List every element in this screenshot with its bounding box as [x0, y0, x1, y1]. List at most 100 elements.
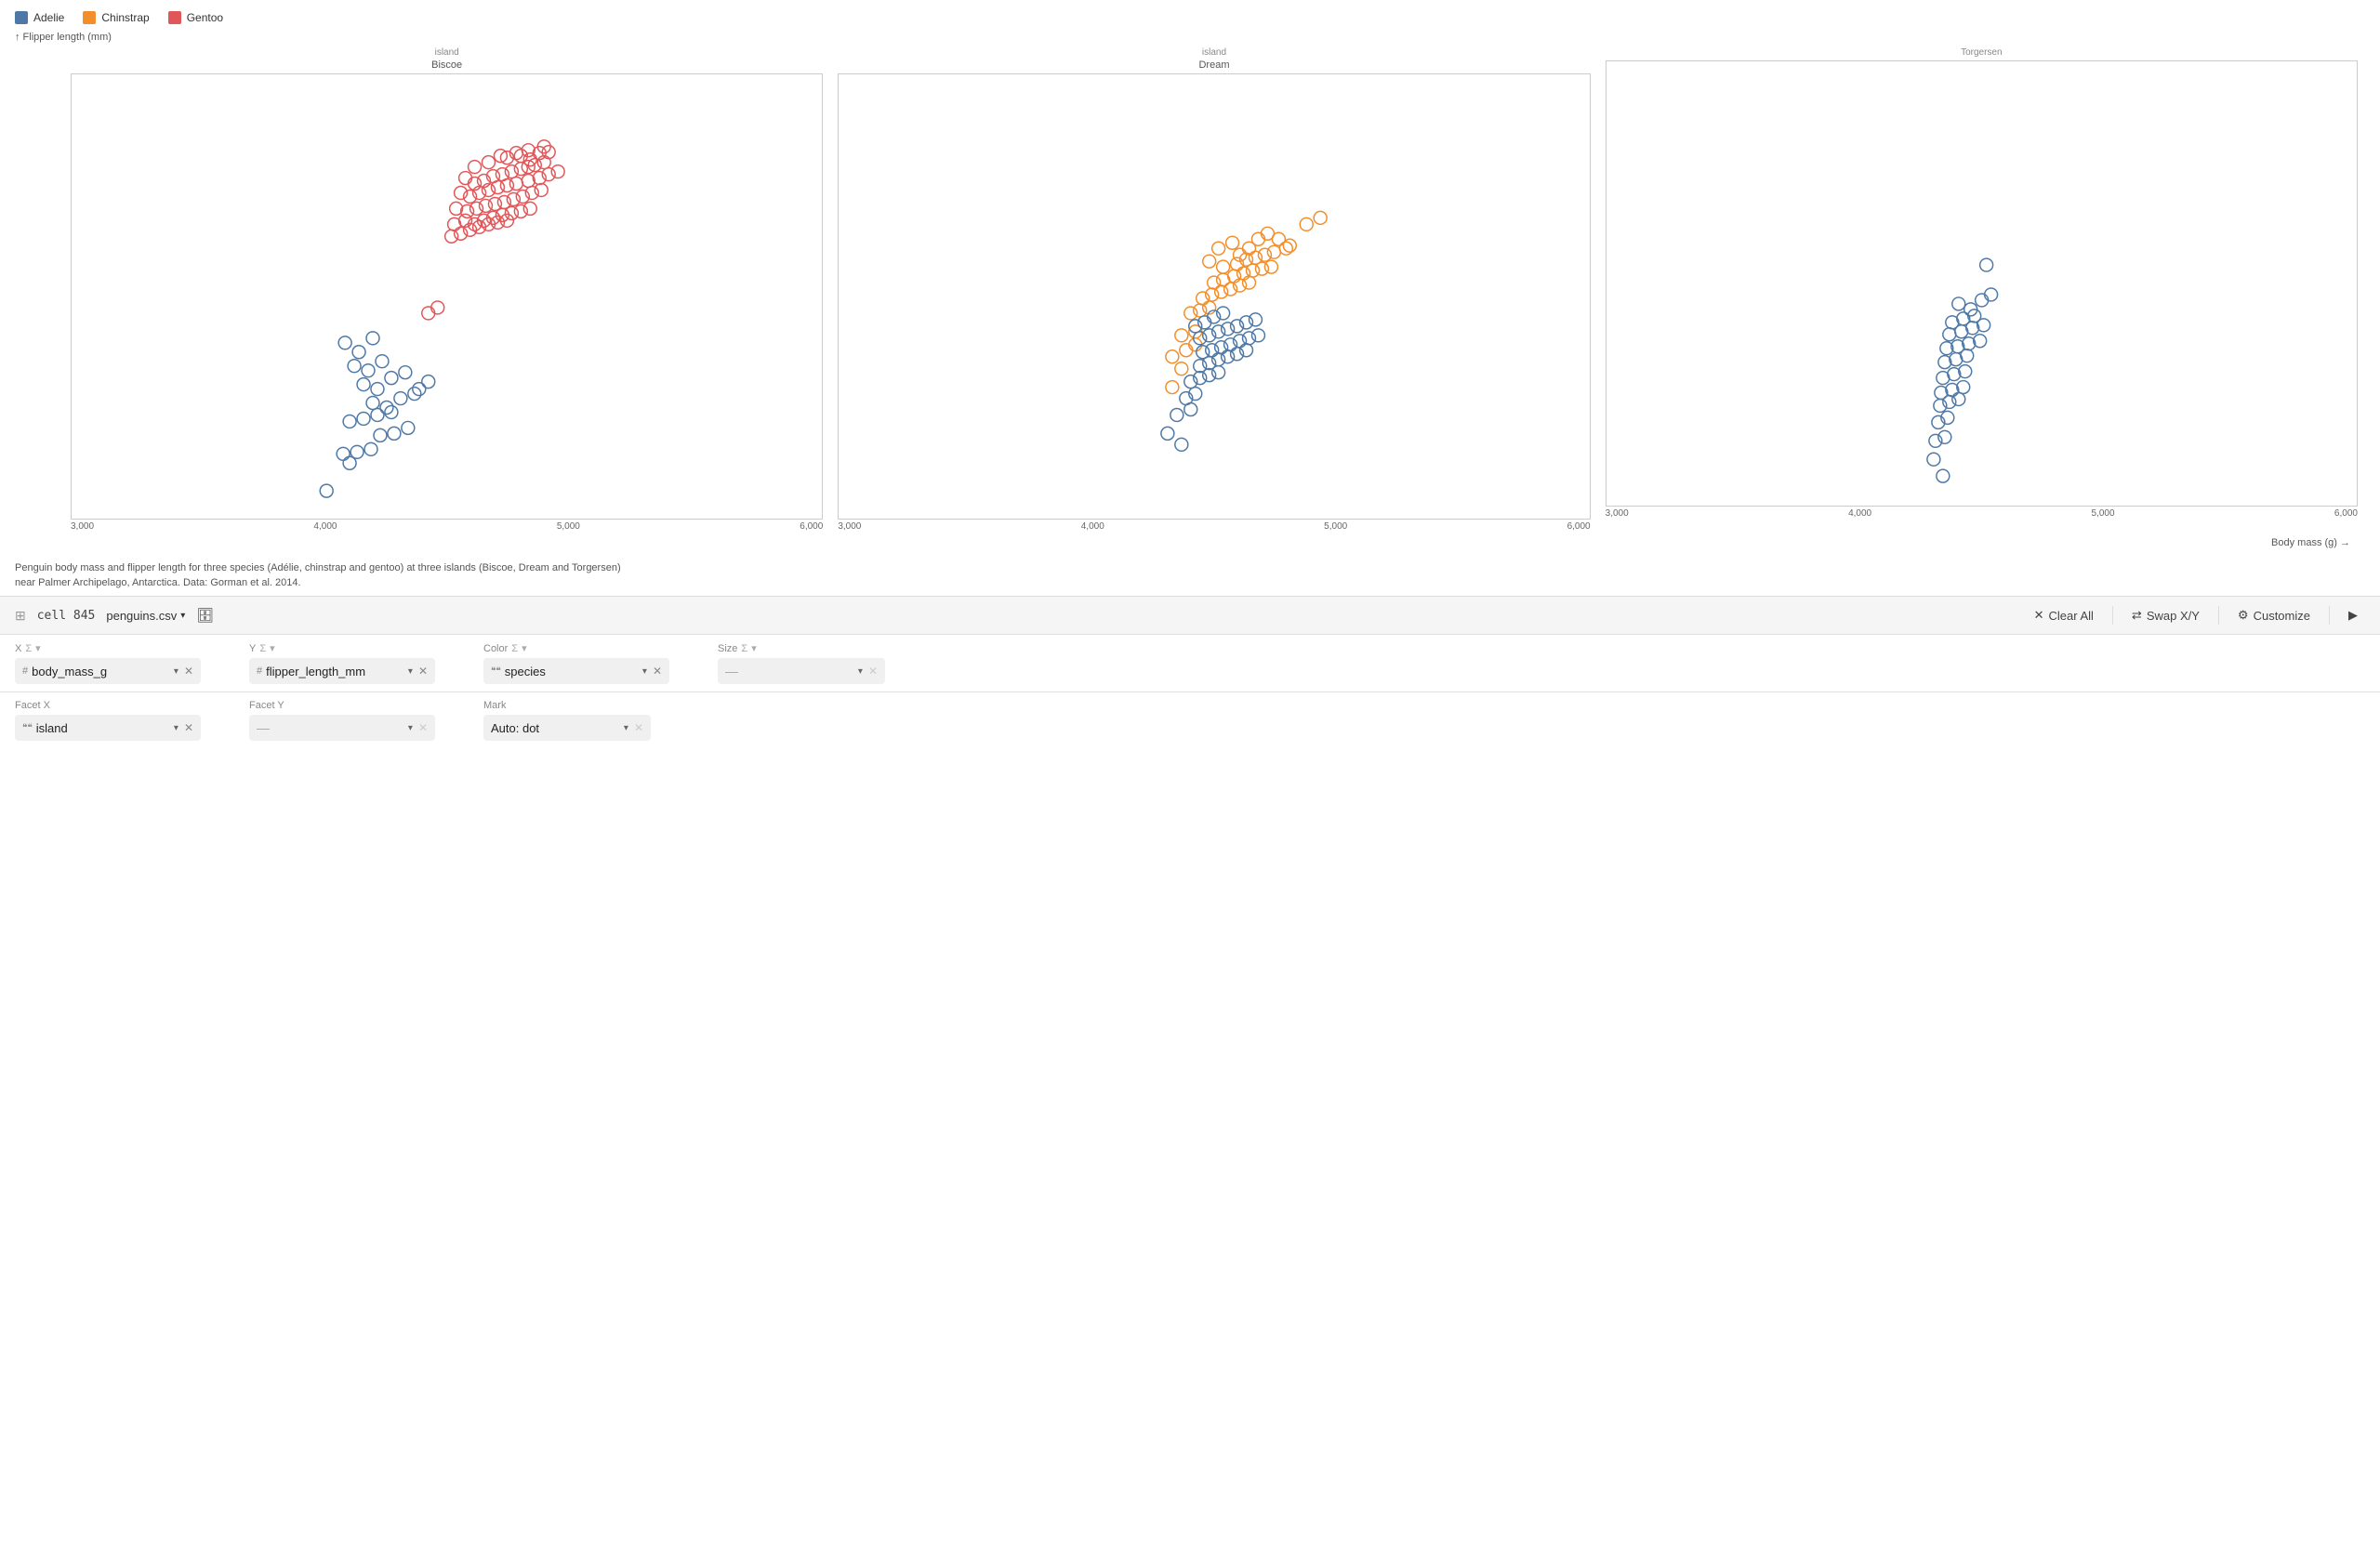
- y-field-input[interactable]: # flipper_length_mm ▾ ✕: [249, 658, 435, 684]
- y-label-text: Y: [249, 643, 256, 654]
- facet-x-label-text: Facet X: [15, 700, 50, 711]
- plot-container-biscoe: 3,000 4,000 5,000 6,000: [71, 73, 823, 532]
- y-sigma-icon: Σ: [259, 643, 266, 654]
- facet-label-top-torgersen: Torgersen: [1598, 46, 2365, 59]
- x-tick: 5,000: [557, 521, 580, 532]
- plot-container-torgersen: 3,000 4,000 5,000 6,000: [1606, 60, 2358, 520]
- y-sort-icon: ▾: [270, 642, 275, 654]
- x-tick: 4,000: [1081, 521, 1104, 532]
- color-field-type-icon: ❝❝: [491, 666, 501, 677]
- x-field-caret[interactable]: ▾: [174, 666, 178, 677]
- facet-x-field-name: island: [36, 721, 170, 735]
- config-row-1: X Σ ▾ # body_mass_g ▾ ✕ Y Σ ▾ # flipper_…: [0, 634, 2380, 691]
- x-sigma-icon: Σ: [25, 643, 32, 654]
- color-field-input[interactable]: ❝❝ species ▾ ✕: [483, 658, 669, 684]
- facet-panel-biscoe: island Biscoe: [63, 46, 830, 533]
- size-sigma-icon: Σ: [741, 643, 747, 654]
- x-tick: 6,000: [1567, 521, 1591, 532]
- adelie-color-swatch: [15, 11, 28, 24]
- y-axis-label: ↑ Flipper length (mm): [15, 32, 2365, 43]
- datasource-selector[interactable]: penguins.csv ▾: [106, 609, 185, 623]
- legend-item-gentoo: Gentoo: [168, 11, 223, 24]
- x-tick: 5,000: [1324, 521, 1347, 532]
- size-field-label: Size Σ ▾: [718, 642, 885, 654]
- cell-icon: ⊞: [15, 608, 26, 624]
- x-field-group: X Σ ▾ # body_mass_g ▾ ✕: [15, 642, 201, 684]
- facet-x-caret[interactable]: ▾: [174, 723, 178, 733]
- x-tick: 6,000: [800, 521, 823, 532]
- x-sort-icon: ▾: [35, 642, 41, 654]
- x-tick: 4,000: [313, 521, 337, 532]
- size-label-text: Size: [718, 643, 737, 654]
- x-tick: 5,000: [2092, 508, 2115, 519]
- facet-y-caret[interactable]: ▾: [408, 723, 413, 733]
- x-tick: 3,000: [1606, 508, 1629, 519]
- datasource-caret: ▾: [180, 611, 185, 621]
- x-field-type-icon: #: [22, 665, 28, 677]
- x-axis-global-label: Body mass (g) →: [15, 537, 2365, 548]
- db-icon: 🗄: [196, 607, 214, 624]
- plot-box-biscoe: [71, 73, 823, 520]
- color-field-group: Color Σ ▾ ❝❝ species ▾ ✕: [483, 642, 669, 684]
- x-field-input[interactable]: # body_mass_g ▾ ✕: [15, 658, 201, 684]
- clear-all-button[interactable]: ✕ Clear All: [2027, 604, 2101, 626]
- size-field-close[interactable]: ✕: [868, 665, 878, 678]
- mark-field-group: Mark Auto: dot ▾ ✕: [483, 700, 651, 741]
- scatter-dream: [839, 74, 1589, 519]
- customize-button[interactable]: ⚙ Customize: [2230, 604, 2318, 626]
- datasource-name: penguins.csv: [106, 609, 177, 623]
- mark-label: Mark: [483, 700, 651, 711]
- y-field-caret[interactable]: ▾: [408, 666, 413, 677]
- facet-y-label-text: Facet Y: [249, 700, 284, 711]
- chinstrap-label: Chinstrap: [101, 11, 149, 24]
- facet-title-text-biscoe: Biscoe: [63, 59, 830, 72]
- scatter-torgersen: [1606, 61, 2357, 506]
- y-field-type-icon: #: [257, 665, 262, 677]
- chart-area: Adelie Chinstrap Gentoo ↑ Flipper length…: [0, 0, 2380, 556]
- mark-input[interactable]: Auto: dot ▾ ✕: [483, 715, 651, 741]
- facet-x-input[interactable]: ❝❝ island ▾ ✕: [15, 715, 201, 741]
- run-icon: ▶: [2348, 608, 2358, 623]
- customize-label: Customize: [2254, 609, 2310, 623]
- cell-id: cell 845: [37, 609, 96, 623]
- legend-item-chinstrap: Chinstrap: [83, 11, 149, 24]
- mark-caret[interactable]: ▾: [624, 723, 628, 733]
- swap-xy-label: Swap X/Y: [2147, 609, 2200, 623]
- swap-xy-button[interactable]: ⇄ Swap X/Y: [2124, 604, 2207, 626]
- bottom-toolbar: ⊞ cell 845 penguins.csv ▾ 🗄 ✕ Clear All …: [0, 596, 2380, 634]
- facet-title-dream: island Dream: [830, 46, 1597, 72]
- clear-all-label: Clear All: [2049, 609, 2094, 623]
- x-axis-biscoe: 3,000 4,000 5,000 6,000: [71, 520, 823, 532]
- toolbar-divider-2: [2218, 606, 2219, 625]
- facet-x-type-icon: ❝❝: [22, 723, 33, 733]
- color-field-caret[interactable]: ▾: [642, 666, 647, 677]
- toolbar-divider-1: [2112, 606, 2113, 625]
- x-field-name: body_mass_g: [32, 665, 170, 678]
- size-field-caret[interactable]: ▾: [858, 666, 863, 677]
- y-field-close[interactable]: ✕: [418, 665, 428, 678]
- legend-item-adelie: Adelie: [15, 11, 64, 24]
- adelie-label: Adelie: [33, 11, 64, 24]
- facet-x-close[interactable]: ✕: [184, 721, 193, 734]
- swap-xy-icon: ⇄: [2132, 608, 2142, 623]
- size-field-name: —: [725, 664, 854, 678]
- facet-panel-dream: island Dream: [830, 46, 1597, 533]
- facet-row: island Biscoe: [63, 46, 2365, 533]
- x-tick: 3,000: [71, 521, 94, 532]
- x-field-close[interactable]: ✕: [184, 665, 193, 678]
- x-axis-dream: 3,000 4,000 5,000 6,000: [838, 520, 1590, 533]
- gentoo-label: Gentoo: [187, 11, 223, 24]
- mark-close[interactable]: ✕: [634, 721, 643, 734]
- x-axis-torgersen: 3,000 4,000 5,000 6,000: [1606, 507, 2358, 520]
- facet-y-close[interactable]: ✕: [418, 721, 428, 734]
- plot-box-torgersen: [1606, 60, 2358, 507]
- run-button[interactable]: ▶: [2341, 604, 2365, 626]
- facet-y-label: Facet Y: [249, 700, 435, 711]
- y-field-label: Y Σ ▾: [249, 642, 435, 654]
- color-field-close[interactable]: ✕: [653, 665, 662, 678]
- x-tick: 3,000: [838, 521, 861, 532]
- plot-box-dream: [838, 73, 1590, 520]
- size-field-input[interactable]: — ▾ ✕: [718, 658, 885, 684]
- facet-y-input[interactable]: — ▾ ✕: [249, 715, 435, 741]
- plot-container-dream: 3,000 4,000 5,000 6,000: [838, 73, 1590, 533]
